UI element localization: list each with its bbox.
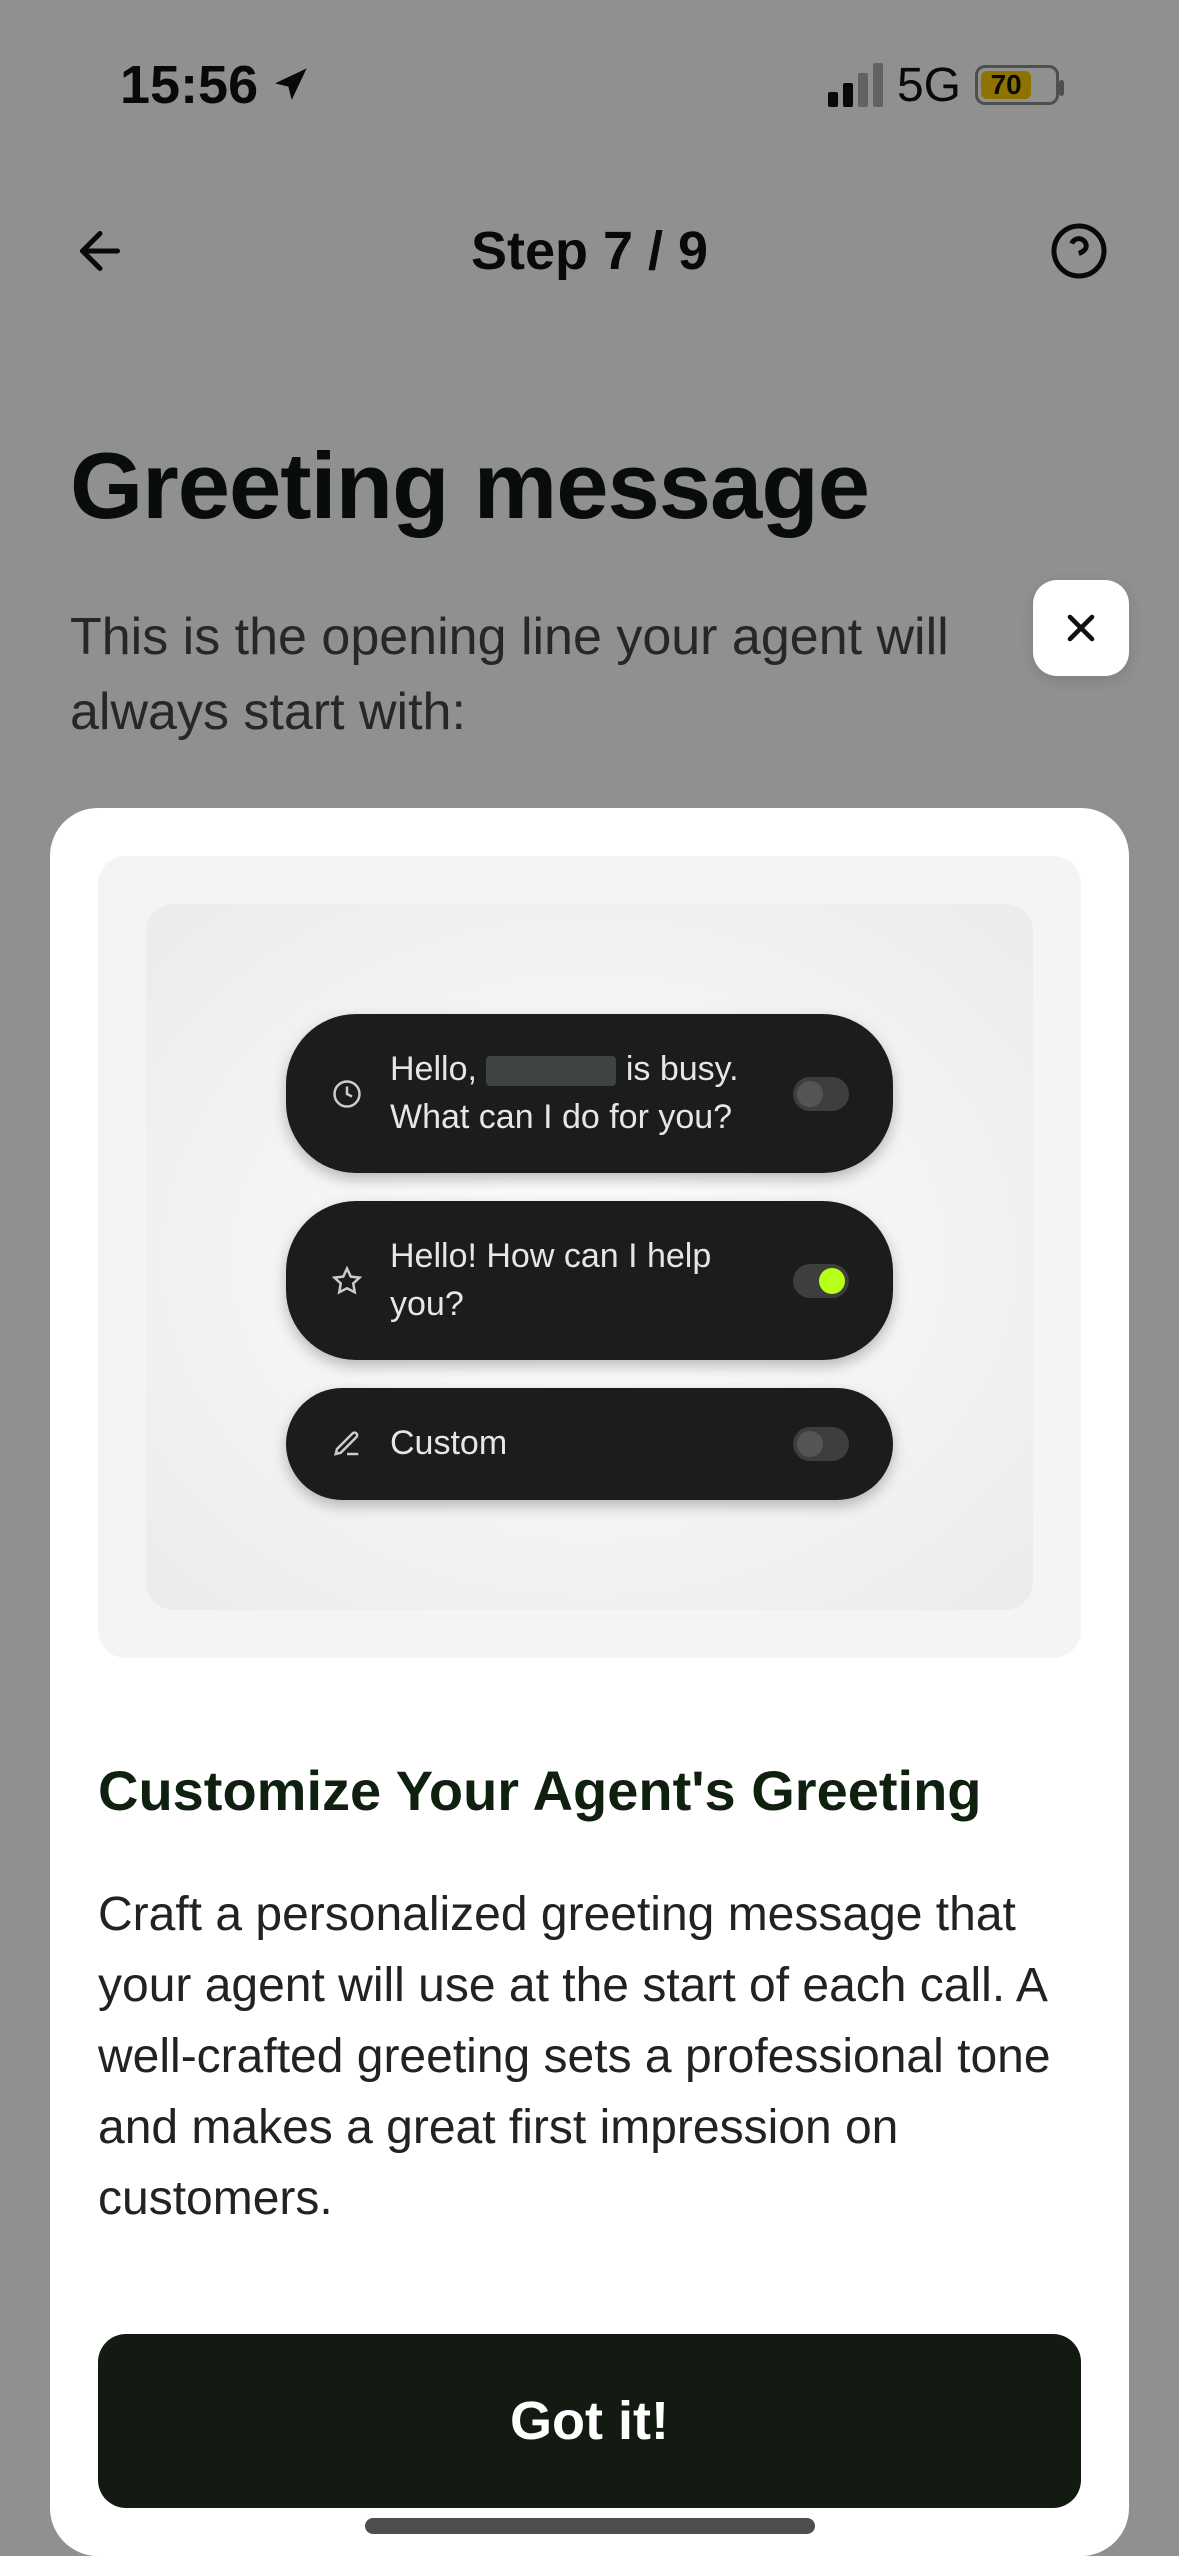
modal-body: Craft a personalized greeting message th… [98, 1879, 1081, 2234]
redacted-name [486, 1056, 616, 1086]
onboarding-modal: Hello, is busy. What can I do for you? H… [50, 808, 1129, 2556]
toggle-on [793, 1264, 849, 1298]
home-indicator [365, 2518, 815, 2534]
modal-title: Customize Your Agent's Greeting [98, 1758, 1081, 1823]
greeting-option-label: Hello! How can I help you? [390, 1233, 767, 1328]
clock-icon [330, 1079, 364, 1109]
greeting-option-busy: Hello, is busy. What can I do for you? [286, 1014, 893, 1173]
greeting-option-custom: Custom [286, 1388, 893, 1500]
got-it-button[interactable]: Got it! [98, 2334, 1081, 2508]
close-icon [1059, 606, 1103, 650]
close-button[interactable] [1033, 580, 1129, 676]
greeting-option-hello: Hello! How can I help you? [286, 1201, 893, 1360]
edit-icon [330, 1429, 364, 1459]
illustration: Hello, is busy. What can I do for you? H… [146, 904, 1033, 1610]
toggle-off [793, 1427, 849, 1461]
star-icon [330, 1266, 364, 1296]
greeting-option-label: Hello, is busy. What can I do for you? [390, 1046, 767, 1141]
toggle-off [793, 1077, 849, 1111]
greeting-option-label: Custom [390, 1420, 767, 1468]
illustration-frame: Hello, is busy. What can I do for you? H… [98, 856, 1081, 1658]
